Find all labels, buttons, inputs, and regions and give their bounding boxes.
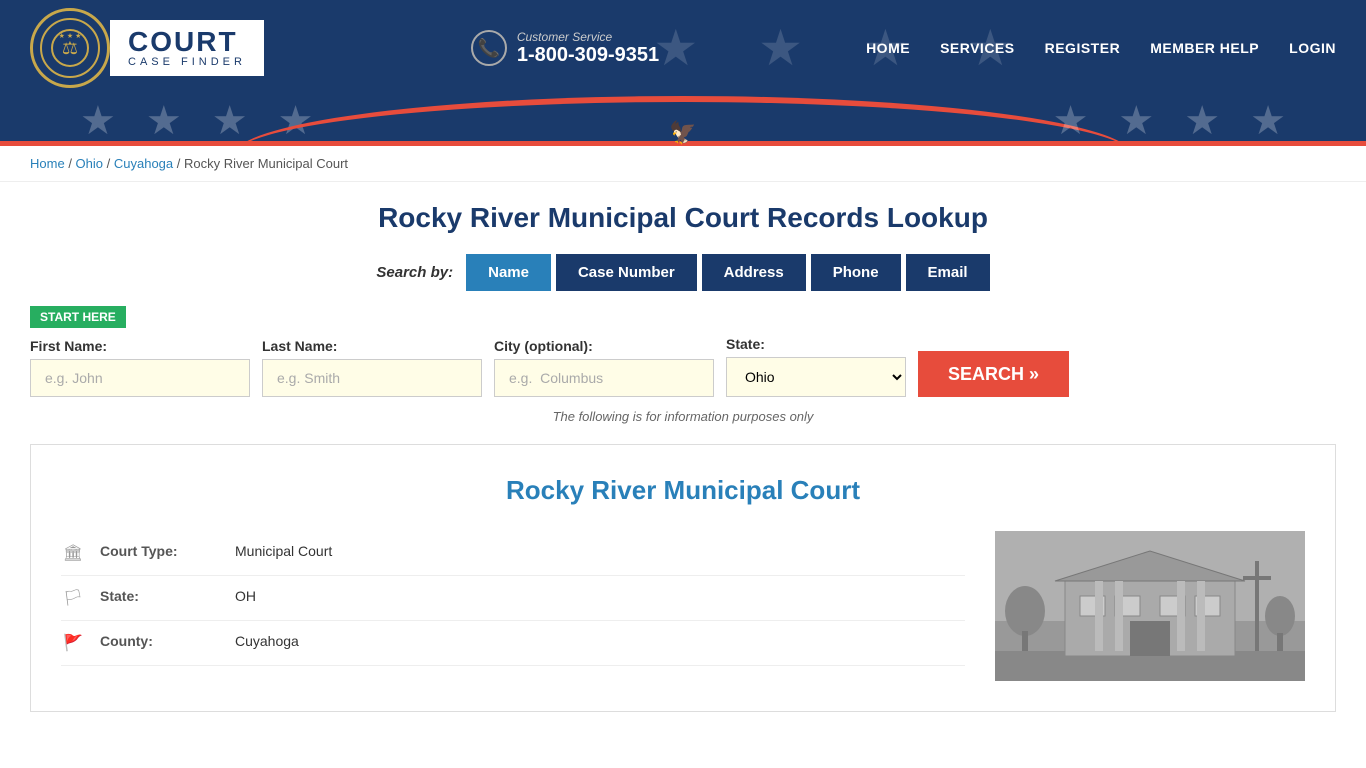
deco-star-7: ★ [1184,98,1220,144]
county-icon: 🚩 [61,633,85,653]
nav-login[interactable]: LOGIN [1289,40,1336,56]
court-type-row: 🏛 Court Type: Municipal Court [61,531,965,576]
last-name-label: Last Name: [262,338,482,354]
court-type-label: Court Type: [100,543,220,559]
logo-case-finder-label: CASE FINDER [128,56,246,68]
breadcrumb-sep-3: / [177,156,184,171]
nav-home[interactable]: HOME [866,40,910,56]
deco-star-6: ★ [1118,98,1154,144]
state-detail-value: OH [235,588,256,604]
last-name-input[interactable] [262,359,482,397]
main-content: Rocky River Municipal Court Records Look… [0,182,1366,732]
breadcrumb-ohio[interactable]: Ohio [76,156,103,171]
customer-service: 📞 Customer Service 1-800-309-9351 [471,30,659,67]
nav-links: HOME SERVICES REGISTER MEMBER HELP LOGIN [866,40,1336,56]
court-image [995,531,1305,681]
search-by-label: Search by: [376,264,453,281]
logo-area: ⚖ ★ ★ ★ COURT CASE FINDER [30,8,264,88]
city-input[interactable] [494,359,714,397]
state-select[interactable]: Ohio Alabama Alaska California Florida N… [726,357,906,397]
breadcrumb-cuyahoga[interactable]: Cuyahoga [114,156,173,171]
deco-star-1: ★ [80,98,116,144]
court-info-body: 🏛 Court Type: Municipal Court 🏳 State: O… [61,531,1305,681]
breadcrumb-sep-1: / [68,156,75,171]
court-type-icon: 🏛 [61,543,85,563]
customer-service-label: Customer Service [517,30,659,44]
city-label: City (optional): [494,338,714,354]
county-label: County: [100,633,220,649]
info-note: The following is for information purpose… [30,409,1336,424]
nav-register[interactable]: REGISTER [1045,40,1121,56]
first-name-group: First Name: [30,338,250,397]
first-name-input[interactable] [30,359,250,397]
state-label: State: [726,336,906,352]
deco-star-2: ★ [146,98,182,144]
nav-services[interactable]: SERVICES [940,40,1015,56]
breadcrumb-current: Rocky River Municipal Court [184,156,348,171]
eagle-icon: 🦅 [669,120,696,146]
search-by-row: Search by: Name Case Number Address Phon… [30,254,1336,291]
logo-text: COURT CASE FINDER [110,20,264,76]
page-title: Rocky River Municipal Court Records Look… [30,202,1336,234]
state-icon: 🏳 [61,588,85,608]
court-info-title: Rocky River Municipal Court [61,475,1305,506]
search-button[interactable]: SEARCH » [918,351,1069,397]
logo-icon: ⚖ ★ ★ ★ [40,18,100,78]
city-group: City (optional): [494,338,714,397]
breadcrumb-sep-2: / [107,156,114,171]
stars-right: ★ ★ ★ ★ [1053,98,1286,144]
court-building-svg [995,531,1305,681]
tab-phone[interactable]: Phone [811,254,901,291]
site-header: ⚖ ★ ★ ★ COURT CASE FINDER 📞 Customer Ser… [0,0,1366,96]
state-row: 🏳 State: OH [61,576,965,621]
svg-text:★ ★ ★: ★ ★ ★ [59,32,82,40]
star-deco-1: ★ [653,19,698,77]
first-name-label: First Name: [30,338,250,354]
phone-icon: 📞 [471,30,507,66]
tab-name[interactable]: Name [466,254,551,291]
deco-star-3: ★ [212,98,248,144]
svg-text:⚖: ⚖ [62,38,78,58]
breadcrumb: Home / Ohio / Cuyahoga / Rocky River Mun… [0,146,1366,182]
state-detail-label: State: [100,588,220,604]
deco-star-8: ★ [1250,98,1286,144]
county-row: 🚩 County: Cuyahoga [61,621,965,666]
state-group: State: Ohio Alabama Alaska California Fl… [726,336,906,397]
tab-case-number[interactable]: Case Number [556,254,697,291]
court-details: 🏛 Court Type: Municipal Court 🏳 State: O… [61,531,965,681]
last-name-group: Last Name: [262,338,482,397]
county-value: Cuyahoga [235,633,299,649]
customer-service-phone: 1-800-309-9351 [517,44,659,67]
tab-address[interactable]: Address [702,254,806,291]
court-info-section: Rocky River Municipal Court 🏛 Court Type… [30,444,1336,712]
start-here-badge: START HERE [30,306,126,328]
header-decoration: ★ ★ ★ ★ 🦅 ★ ★ ★ ★ [0,96,1366,146]
search-form: First Name: Last Name: City (optional): … [30,336,1336,397]
breadcrumb-home[interactable]: Home [30,156,65,171]
court-type-value: Municipal Court [235,543,332,559]
logo-circle: ⚖ ★ ★ ★ [30,8,110,88]
nav-member-help[interactable]: MEMBER HELP [1150,40,1259,56]
tab-email[interactable]: Email [906,254,990,291]
customer-service-text: Customer Service 1-800-309-9351 [517,30,659,67]
logo-court-label: COURT [128,28,246,56]
star-deco-2: ★ [758,19,803,77]
deco-star-5: ★ [1053,98,1089,144]
